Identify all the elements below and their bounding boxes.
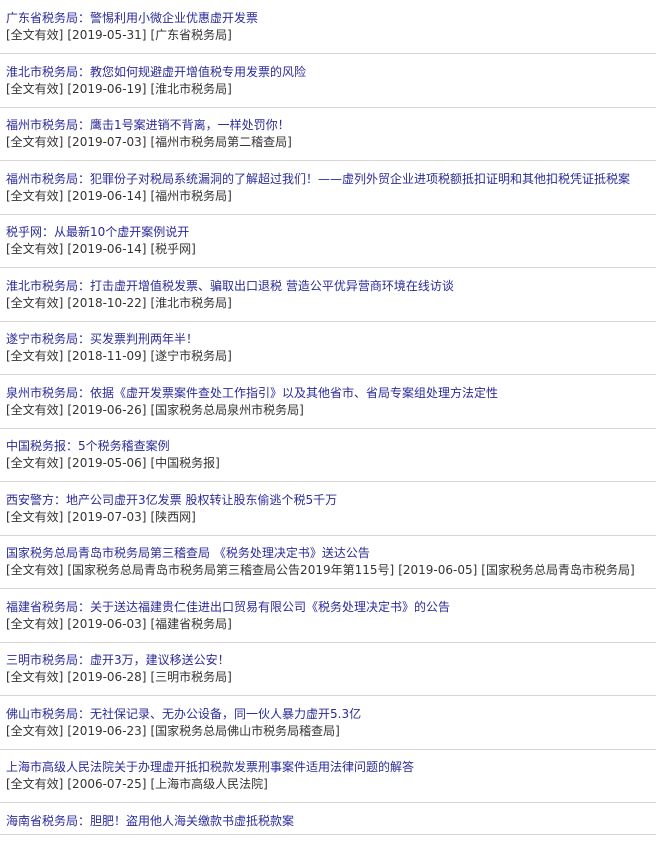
status-label: [全文有效] bbox=[6, 28, 64, 42]
article-meta: [全文有效] [2019-06-03] [福建省税务局] bbox=[6, 616, 656, 632]
source-label: [上海市高级人民法院] bbox=[150, 777, 268, 791]
article-meta: [全文有效] [2019-07-03] [福州市税务局第二稽查局] bbox=[6, 134, 656, 150]
list-item: 福州市税务局：犯罪份子对税局系统漏洞的了解超过我们！——虚列外贸企业进项税额抵扣… bbox=[0, 171, 656, 215]
source-label: [福州市税务局第二稽查局] bbox=[150, 135, 292, 149]
article-title-link[interactable]: 广东省税务局：警惕利用小微企业优惠虚开发票 bbox=[6, 10, 656, 26]
source-label: [福建省税务局] bbox=[150, 617, 232, 631]
article-title-link[interactable]: 泉州市税务局：依据《虚开发票案件查处工作指引》以及其他省市、省局专案组处理方法定… bbox=[6, 385, 656, 401]
article-title-link[interactable]: 上海市高级人民法院关于办理虚开抵扣税款发票刑事案件适用法律问题的解答 bbox=[6, 759, 656, 775]
article-title-link[interactable]: 福建省税务局：关于送达福建贵仁佳进出口贸易有限公司《税务处理决定书》的公告 bbox=[6, 599, 656, 615]
date-label: [2019-07-03] bbox=[67, 135, 147, 149]
source-label: [国家税务总局佛山市税务局稽查局] bbox=[150, 724, 340, 738]
list-item: 三明市税务局：虚开3万，建议移送公安！ [全文有效] [2019-06-28] [三… bbox=[0, 652, 656, 696]
article-meta: [全文有效] [2019-06-14] [税乎网] bbox=[6, 241, 656, 257]
source-label: [淮北市税务局] bbox=[150, 82, 232, 96]
article-meta: [全文有效] [2019-06-23] [国家税务总局佛山市税务局稽查局] bbox=[6, 723, 656, 739]
source-label: [国家税务总局青岛市税务局] bbox=[481, 563, 635, 577]
article-title-link[interactable]: 国家税务总局青岛市税务局第三稽查局 《税务处理决定书》送达公告 bbox=[6, 545, 656, 561]
status-label: [全文有效] bbox=[6, 349, 64, 363]
source-label: [三明市税务局] bbox=[150, 670, 232, 684]
article-meta: [全文有效] [2018-11-09] [遂宁市税务局] bbox=[6, 348, 656, 364]
source-label: [税乎网] bbox=[150, 242, 196, 256]
date-label: [2006-07-25] bbox=[67, 777, 147, 791]
source-label: [陕西网] bbox=[150, 510, 196, 524]
status-label: [全文有效] bbox=[6, 724, 64, 738]
date-label: [2019-06-28] bbox=[67, 670, 147, 684]
article-meta: [全文有效] [2019-06-28] [三明市税务局] bbox=[6, 669, 656, 685]
article-title-link[interactable]: 福州市税务局：犯罪份子对税局系统漏洞的了解超过我们！——虚列外贸企业进项税额抵扣… bbox=[6, 171, 656, 187]
date-label: [2019-06-26] bbox=[67, 403, 147, 417]
date-label: [2019-06-23] bbox=[67, 724, 147, 738]
list-item: 中国税务报：5个税务稽查案例 [全文有效] [2019-05-06] [中国税务报] bbox=[0, 438, 656, 482]
status-label: [全文有效] bbox=[6, 563, 64, 577]
status-label: [全文有效] bbox=[6, 135, 64, 149]
list-item: 海南省税务局：胆肥！盗用他人海关缴款书虚抵税款案 bbox=[0, 813, 656, 835]
date-label: [2019-06-14] bbox=[67, 242, 147, 256]
date-label: [2018-10-22] bbox=[67, 296, 147, 310]
list-item: 淮北市税务局：打击虚开增值税发票、骗取出口退税 营造公平优异营商环境在线访谈 [… bbox=[0, 278, 656, 322]
status-label: [全文有效] bbox=[6, 296, 64, 310]
article-title-link[interactable]: 淮北市税务局：教您如何规避虚开增值税专用发票的风险 bbox=[6, 64, 656, 80]
date-label: [2019-06-03] bbox=[67, 617, 147, 631]
list-item: 上海市高级人民法院关于办理虚开抵扣税款发票刑事案件适用法律问题的解答 [全文有效… bbox=[0, 759, 656, 803]
article-meta: [全文有效] [2019-06-26] [国家税务总局泉州市税务局] bbox=[6, 402, 656, 418]
status-label: [全文有效] bbox=[6, 617, 64, 631]
source-label: [广东省税务局] bbox=[150, 28, 232, 42]
list-item: 福建省税务局：关于送达福建贵仁佳进出口贸易有限公司《税务处理决定书》的公告 [全… bbox=[0, 599, 656, 643]
date-label: [2019-05-06] bbox=[67, 456, 147, 470]
article-title-link[interactable]: 西安警方：地产公司虚开3亿发票 股权转让股东偷逃个税5千万 bbox=[6, 492, 656, 508]
list-item: 国家税务总局青岛市税务局第三稽查局 《税务处理决定书》送达公告 [全文有效] [国… bbox=[0, 545, 656, 589]
article-title-link[interactable]: 佛山市税务局：无社保记录、无办公设备，同一伙人暴力虚开5.3亿 bbox=[6, 706, 656, 722]
status-label: [全文有效] bbox=[6, 456, 64, 470]
article-list: 广东省税务局：警惕利用小微企业优惠虚开发票 [全文有效] [2019-05-31]… bbox=[0, 0, 656, 844]
status-label: [全文有效] bbox=[6, 510, 64, 524]
article-title-link[interactable]: 海南省税务局：胆肥！盗用他人海关缴款书虚抵税款案 bbox=[6, 813, 656, 829]
source-label: [中国税务报] bbox=[150, 456, 220, 470]
date-label: [2019-06-05] bbox=[398, 563, 478, 577]
date-label: [2019-06-14] bbox=[67, 189, 147, 203]
status-label: [全文有效] bbox=[6, 82, 64, 96]
source-label: [福州市税务局] bbox=[150, 189, 232, 203]
list-item: 淮北市税务局：教您如何规避虚开增值税专用发票的风险 [全文有效] [2019-06… bbox=[0, 64, 656, 108]
article-meta: [全文有效] [国家税务总局青岛市税务局第三稽查局公告2019年第115号] [20… bbox=[6, 562, 656, 578]
source-label: [国家税务总局泉州市税务局] bbox=[150, 403, 304, 417]
date-label: [2019-06-19] bbox=[67, 82, 147, 96]
date-label: [2019-05-31] bbox=[67, 28, 147, 42]
article-meta: [全文有效] [2019-06-14] [福州市税务局] bbox=[6, 188, 656, 204]
list-item: 广东省税务局：警惕利用小微企业优惠虚开发票 [全文有效] [2019-05-31]… bbox=[0, 10, 656, 54]
list-item: 福州市税务局：鹰击1号案进销不背离，一样处罚你！ [全文有效] [2019-07-… bbox=[0, 117, 656, 161]
list-item: 税乎网：从最新10个虚开案例说开 [全文有效] [2019-06-14] [税乎网] bbox=[0, 224, 656, 268]
list-item: 遂宁市税务局：买发票判刑两年半！ [全文有效] [2018-11-09] [遂宁市税… bbox=[0, 331, 656, 375]
article-meta: [全文有效] [2006-07-25] [上海市高级人民法院] bbox=[6, 776, 656, 792]
status-label: [全文有效] bbox=[6, 670, 64, 684]
article-meta: [全文有效] [2019-07-03] [陕西网] bbox=[6, 509, 656, 525]
status-label: [全文有效] bbox=[6, 777, 64, 791]
article-title-link[interactable]: 遂宁市税务局：买发票判刑两年半！ bbox=[6, 331, 656, 347]
article-title-link[interactable]: 税乎网：从最新10个虚开案例说开 bbox=[6, 224, 656, 240]
date-label: [2019-07-03] bbox=[67, 510, 147, 524]
status-label: [全文有效] bbox=[6, 189, 64, 203]
article-meta: [全文有效] [2019-05-31] [广东省税务局] bbox=[6, 27, 656, 43]
article-title-link[interactable]: 中国税务报：5个税务稽查案例 bbox=[6, 438, 656, 454]
status-label: [全文有效] bbox=[6, 242, 64, 256]
article-meta: [全文有效] [2019-06-19] [淮北市税务局] bbox=[6, 81, 656, 97]
source-label: [遂宁市税务局] bbox=[150, 349, 232, 363]
list-item: 佛山市税务局：无社保记录、无办公设备，同一伙人暴力虚开5.3亿 [全文有效] [2… bbox=[0, 706, 656, 750]
article-title-link[interactable]: 福州市税务局：鹰击1号案进销不背离，一样处罚你！ bbox=[6, 117, 656, 133]
article-meta: [全文有效] [2018-10-22] [淮北市税务局] bbox=[6, 295, 656, 311]
date-label: [2018-11-09] bbox=[67, 349, 147, 363]
article-title-link[interactable]: 三明市税务局：虚开3万，建议移送公安！ bbox=[6, 652, 656, 668]
list-item: 泉州市税务局：依据《虚开发票案件查处工作指引》以及其他省市、省局专案组处理方法定… bbox=[0, 385, 656, 429]
list-item: 西安警方：地产公司虚开3亿发票 股权转让股东偷逃个税5千万 [全文有效] [201… bbox=[0, 492, 656, 536]
status-label: [全文有效] bbox=[6, 403, 64, 417]
source-label: [淮北市税务局] bbox=[150, 296, 232, 310]
document-number-label: [国家税务总局青岛市税务局第三稽查局公告2019年第115号] bbox=[67, 563, 395, 577]
article-meta: [全文有效] [2019-05-06] [中国税务报] bbox=[6, 455, 656, 471]
article-title-link[interactable]: 淮北市税务局：打击虚开增值税发票、骗取出口退税 营造公平优异营商环境在线访谈 bbox=[6, 278, 656, 294]
